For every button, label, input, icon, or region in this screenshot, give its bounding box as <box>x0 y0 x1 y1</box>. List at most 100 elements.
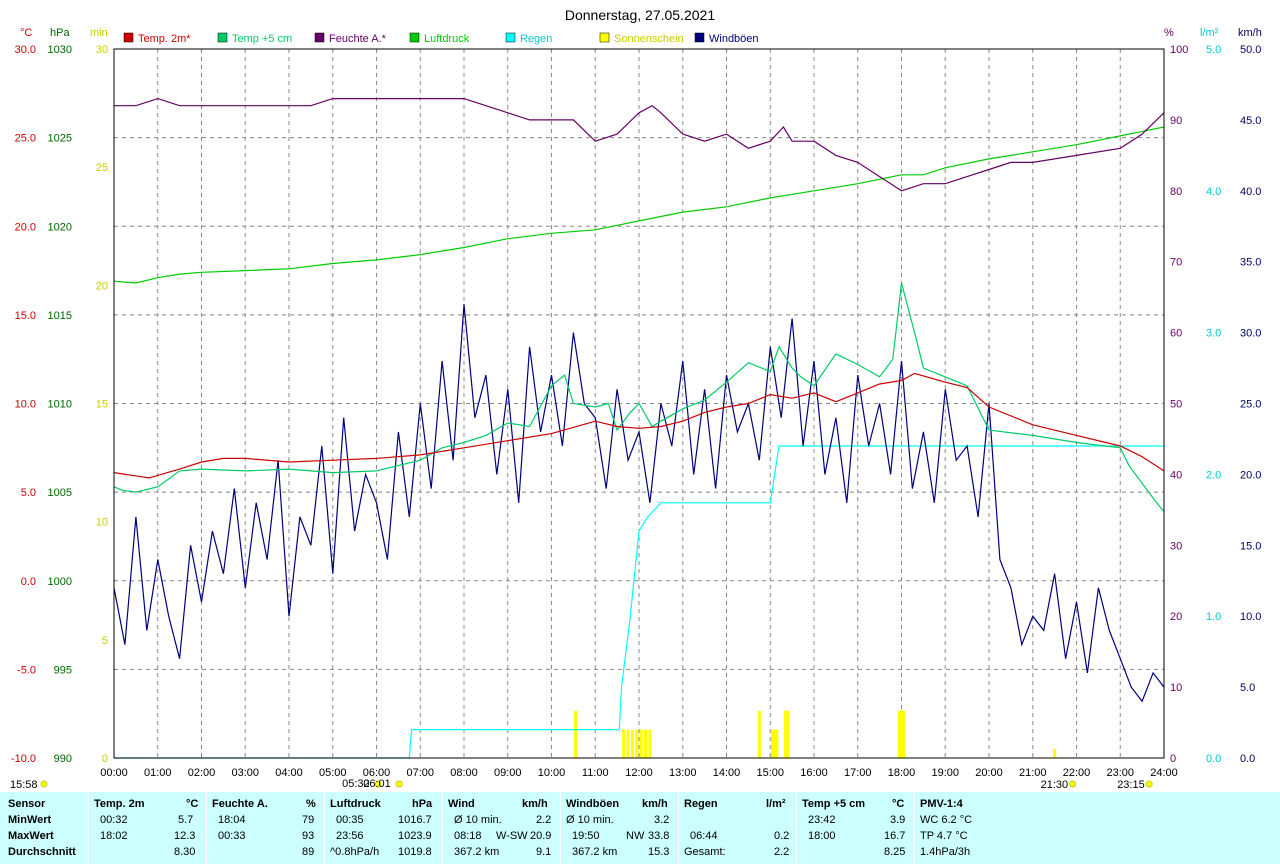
temp-tick-label: 0.0 <box>21 576 36 588</box>
stats-separator <box>206 792 207 864</box>
x-tick-label: 00:00 <box>100 767 128 779</box>
stat-rain-title: Regen <box>684 798 718 810</box>
sunshine-bar <box>775 729 779 758</box>
temp-tick-label: 15.0 <box>15 310 36 322</box>
stat-rain-max-val: 0.2 <box>774 830 790 842</box>
temp-tick-label: 30.0 <box>15 44 36 56</box>
stat-rain-avg-val: 2.2 <box>774 846 790 858</box>
pressure-tick-label: 1000 <box>48 576 72 588</box>
stat-gusts-max-time: 19:50 <box>572 830 600 842</box>
stat-gusts-avg-val: 15.3 <box>648 846 670 858</box>
stat-pressure-max-val: 1023.9 <box>398 830 432 842</box>
left-axis-ticks: 30.025.020.015.010.05.00.0-5.0-10.010301… <box>11 44 108 765</box>
x-tick-label: 22:00 <box>1063 767 1091 779</box>
stat-pressure-min-time: 00:35 <box>336 814 364 826</box>
x-tick-label: 09:00 <box>494 767 522 779</box>
stat-temp2m-unit: °C <box>186 798 199 810</box>
temp-tick-label: 10.0 <box>15 399 36 411</box>
legend-label: Regen <box>520 33 552 45</box>
x-tick-label: 03:00 <box>231 767 259 779</box>
stat-temp5cm-min-val: 3.9 <box>890 814 906 826</box>
x-tick-label: 02:00 <box>188 767 216 779</box>
sunshine-bar <box>630 729 634 758</box>
chart-title: Donnerstag, 27.05.2021 <box>565 7 715 23</box>
temp-tick-label: 25.0 <box>15 133 36 145</box>
x-tick-label: 15:00 <box>756 767 784 779</box>
legend-swatch <box>599 32 610 43</box>
sun-tick-label: 30 <box>96 44 108 56</box>
stat-pressure-title: Luftdruck <box>330 798 381 810</box>
x-axis-ticks: 00:00 01:00 02:00 03:00 04:00 05:00 06:00 07:00… <box>100 767 1178 779</box>
legend-swatch <box>694 32 705 43</box>
stats-separator <box>560 792 561 864</box>
date-marker-label: 23:15 <box>1117 779 1145 791</box>
humidity-tick-label: 90 <box>1170 115 1182 127</box>
pressure-tick-label: 990 <box>54 753 72 765</box>
x-tick-label: 18:00 <box>888 767 916 779</box>
legend-swatch <box>314 32 325 43</box>
sun-marker-icon <box>1069 780 1077 788</box>
stat-temp2m-avg-val: 8.30 <box>174 846 196 858</box>
wind-tick-label: 20.0 <box>1240 469 1261 481</box>
stats-panel: Sensor MinWert MaxWert Durchschnitt Temp… <box>0 792 1280 864</box>
wind-tick-label: 0.0 <box>1240 753 1255 765</box>
sun-tick-label: 20 <box>96 280 108 292</box>
stat-temp5cm-max-time: 18:00 <box>808 830 836 842</box>
x-tick-label: 04:00 <box>275 767 303 779</box>
sunshine-bar <box>1053 748 1057 758</box>
legend-swatch <box>123 32 134 43</box>
x-tick-label: 17:00 <box>844 767 872 779</box>
x-tick-label: 21:00 <box>1019 767 1047 779</box>
sun-marker-icon <box>1145 780 1153 788</box>
legend-label: Temp. 2m* <box>138 33 191 45</box>
stat-temp2m-min-time: 00:32 <box>100 814 128 826</box>
stat-gusts-min-val: 3.2 <box>654 814 670 826</box>
wind-tick-label: 15.0 <box>1240 540 1261 552</box>
stat-humidity-avg-val: 89 <box>302 846 315 858</box>
humidity-axis-unit: % <box>1164 27 1174 39</box>
rain-axis-unit: l/m² <box>1200 27 1219 39</box>
stat-temp2m-title: Temp. 2m <box>94 798 145 810</box>
sun-axis-unit: min <box>90 27 108 39</box>
sunshine-bar <box>757 710 761 758</box>
wind-tick-label: 30.0 <box>1240 328 1261 340</box>
legend-label: Temp +5 cm <box>232 33 292 45</box>
wind-axis-unit: km/h <box>1238 27 1262 39</box>
date-marker-label: 06:01 <box>363 778 391 790</box>
stats-separator <box>88 792 89 864</box>
stat-pressure-avg-label: ^0.8hPa/h <box>330 846 380 858</box>
stat-wind-max-val: 20.9 <box>530 830 552 842</box>
stat-pressure-avg-val: 1019.8 <box>398 846 432 858</box>
sunshine-bar <box>574 710 578 758</box>
x-tick-label: 14:00 <box>713 767 741 779</box>
stat-wind-max-dir: W-SW <box>496 830 528 842</box>
stat-wind-min-val: 2.2 <box>536 814 552 826</box>
stat-pmv-avg-text: 1.4hPa/3h <box>920 846 971 858</box>
row-label-sensor: Sensor <box>8 798 46 810</box>
stat-temp5cm-title: Temp +5 cm <box>802 798 866 810</box>
sunshine-bar <box>639 729 643 758</box>
x-tick-label: 24:00 <box>1150 767 1178 779</box>
humidity-tick-label: 80 <box>1170 186 1182 198</box>
stat-pmv-min-text: WC 6.2 °C <box>920 814 973 826</box>
stats-separator <box>324 792 325 864</box>
x-tick-label: 19:00 <box>931 767 959 779</box>
stat-temp5cm-max-val: 16.7 <box>884 830 906 842</box>
stat-gusts-unit: km/h <box>642 798 668 810</box>
stats-separator <box>914 792 915 864</box>
x-tick-label: 08:00 <box>450 767 478 779</box>
stat-rain-unit: l/m² <box>766 798 786 810</box>
stat-humidity-title: Feuchte A. <box>212 798 268 810</box>
x-tick-label: 13:00 <box>669 767 697 779</box>
stat-temp2m-max-val: 12.3 <box>174 830 196 842</box>
legend-label: Luftdruck <box>424 33 470 45</box>
pressure-tick-label: 1005 <box>48 487 72 499</box>
pressure-tick-label: 1020 <box>48 221 72 233</box>
wind-tick-label: 40.0 <box>1240 186 1261 198</box>
stat-wind-unit: km/h <box>522 798 548 810</box>
stat-rain-max-time: 06:44 <box>690 830 718 842</box>
pressure-tick-label: 1015 <box>48 310 72 322</box>
sunshine-bar <box>902 710 906 758</box>
row-label-avg: Durchschnitt <box>8 846 76 858</box>
stats-separator <box>678 792 679 864</box>
